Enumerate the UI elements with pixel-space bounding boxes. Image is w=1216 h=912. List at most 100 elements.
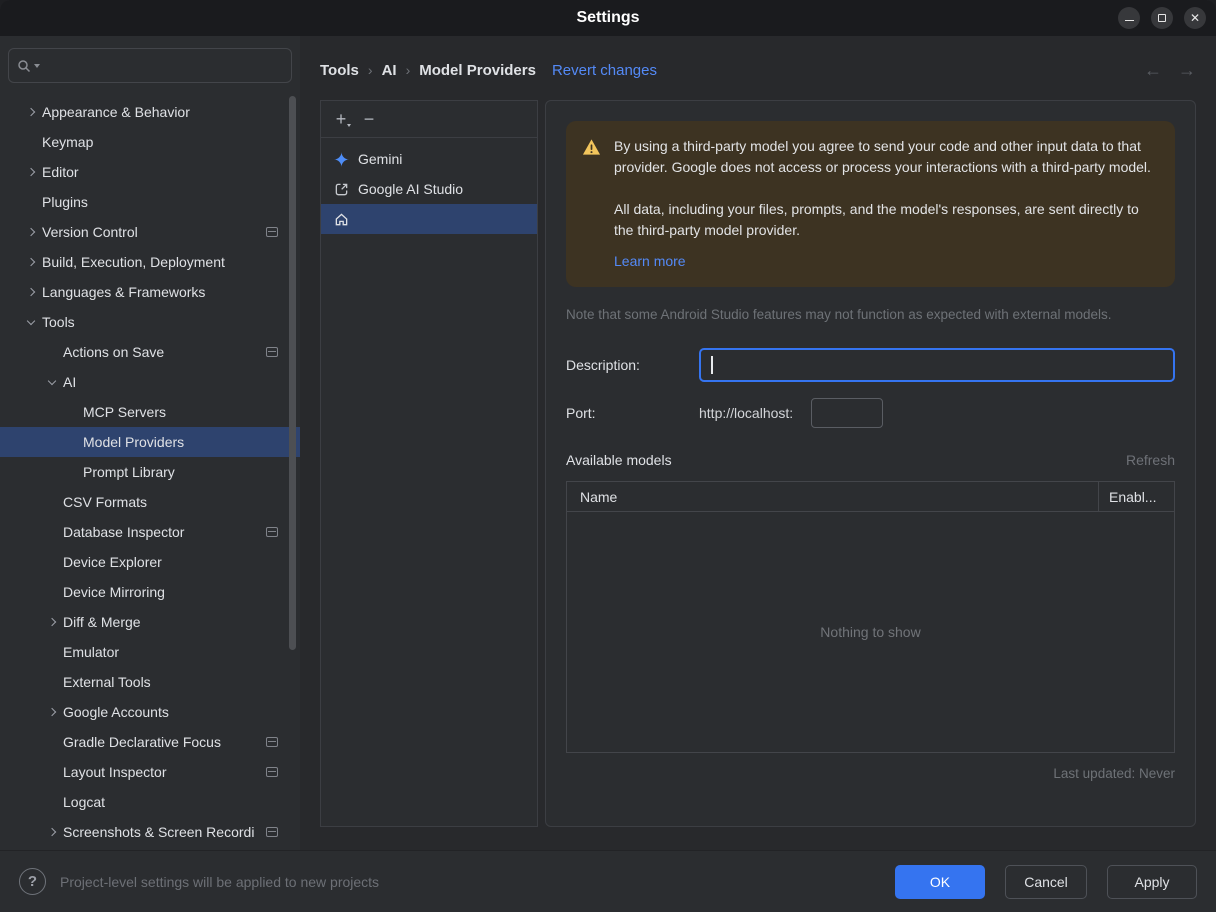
sidebar-item-screenshots-screen-recordings[interactable]: Screenshots & Screen Recordi — [0, 817, 300, 847]
forward-icon[interactable]: → — [1178, 60, 1196, 81]
breadcrumb-ai[interactable]: AI — [382, 62, 397, 79]
sidebar-item-logcat[interactable]: Logcat — [0, 787, 300, 817]
sidebar-item-label: Layout Inspector — [63, 764, 167, 780]
chevron-right-icon[interactable] — [20, 217, 42, 247]
settings-search[interactable] — [8, 48, 292, 83]
provider-label: Gemini — [358, 151, 403, 167]
sidebar-item-label: Languages & Frameworks — [42, 284, 206, 300]
minimize-icon — [1124, 19, 1134, 22]
revert-changes-link[interactable]: Revert changes — [552, 62, 657, 79]
sidebar-item-mcp-servers[interactable]: MCP Servers — [0, 397, 300, 427]
sidebar-item-prompt-library[interactable]: Prompt Library — [0, 457, 300, 487]
sidebar-item-label: Logcat — [63, 794, 106, 810]
home-icon — [333, 211, 349, 227]
port-input[interactable] — [811, 398, 884, 428]
minimize-button[interactable] — [1118, 7, 1140, 29]
project-settings-icon — [266, 347, 278, 357]
sidebar-item-emulator[interactable]: Emulator — [0, 637, 300, 667]
close-button[interactable]: ✕ — [1184, 7, 1206, 29]
sidebar-item-appearance-behavior[interactable]: Appearance & Behavior — [0, 97, 300, 127]
sidebar-item-languages-frameworks[interactable]: Languages & Frameworks — [0, 277, 300, 307]
sidebar-item-device-mirroring[interactable]: Device Mirroring — [0, 577, 300, 607]
chevron-right-icon[interactable] — [20, 247, 42, 277]
maximize-button[interactable] — [1151, 7, 1173, 29]
search-icon — [18, 59, 31, 72]
close-icon: ✕ — [1189, 11, 1201, 25]
sidebar-item-model-providers[interactable]: Model Providers — [0, 427, 300, 457]
sidebar-item-build-execution-deployment[interactable]: Build, Execution, Deployment — [0, 247, 300, 277]
learn-more-link[interactable]: Learn more — [614, 251, 686, 272]
project-settings-icon — [266, 527, 278, 537]
sidebar-item-tools[interactable]: Tools — [0, 307, 300, 337]
sidebar-item-label: Diff & Merge — [63, 614, 141, 630]
chevron-right-icon[interactable] — [41, 697, 63, 727]
history-nav: ← → — [1144, 60, 1196, 81]
chevron-right-icon[interactable] — [20, 157, 42, 187]
help-button[interactable]: ? — [19, 868, 46, 895]
external-models-note: Note that some Android Studio features m… — [566, 307, 1112, 322]
sidebar-item-editor[interactable]: Editor — [0, 157, 300, 187]
sidebar-item-label: Emulator — [63, 644, 120, 660]
models-table: Name Enabl... Nothing to show — [566, 481, 1175, 753]
chevron-down-icon[interactable] — [20, 307, 42, 337]
chevron-right-icon[interactable] — [41, 817, 63, 847]
apply-button[interactable]: Apply — [1107, 864, 1197, 899]
ok-button[interactable]: OK — [895, 864, 985, 899]
chevron-down-icon[interactable] — [41, 367, 63, 397]
window-controls: ✕ — [1118, 0, 1206, 36]
sidebar-item-google-accounts[interactable]: Google Accounts — [0, 697, 300, 727]
sidebar-item-plugins[interactable]: Plugins — [0, 187, 300, 217]
sidebar-item-csv-formats[interactable]: CSV Formats — [0, 487, 300, 517]
description-input[interactable] — [699, 348, 1175, 382]
chevron-right-icon[interactable] — [41, 607, 63, 637]
breadcrumb: Tools › AI › Model Providers Revert chan… — [320, 52, 1196, 88]
refresh-button[interactable]: Refresh — [1126, 452, 1175, 468]
search-history-chevron-icon — [34, 63, 40, 68]
sidebar-scrollbar[interactable] — [289, 96, 296, 650]
search-input[interactable] — [48, 57, 283, 74]
chevron-right-icon[interactable] — [20, 97, 42, 127]
sidebar-item-ai[interactable]: AI — [0, 367, 300, 397]
sidebar-item-gradle-declarative-focus[interactable]: Gradle Declarative Focus — [0, 727, 300, 757]
settings-window: Settings ✕ Appearance & Behavior Keymap … — [0, 0, 1216, 912]
warning-paragraph-1: By using a third-party model you agree t… — [614, 138, 1151, 175]
breadcrumb-separator: › — [367, 62, 373, 78]
sidebar-item-layout-inspector[interactable]: Layout Inspector — [0, 757, 300, 787]
sidebar-item-label: Plugins — [42, 194, 88, 210]
sidebar-item-version-control[interactable]: Version Control — [0, 217, 300, 247]
project-settings-icon — [266, 827, 278, 837]
provider-item-gemini[interactable]: Gemini — [321, 144, 537, 174]
breadcrumb-tools[interactable]: Tools — [320, 62, 359, 79]
sidebar-item-label: Prompt Library — [83, 464, 175, 480]
sidebar-item-label: Appearance & Behavior — [42, 104, 190, 120]
add-provider-button[interactable]: + — [327, 106, 355, 132]
maximize-icon — [1158, 14, 1166, 22]
localhost-prefix: http://localhost: — [699, 405, 794, 421]
sidebar-item-label: Device Mirroring — [63, 584, 165, 600]
sidebar-item-keymap[interactable]: Keymap — [0, 127, 300, 157]
sidebar-item-actions-on-save[interactable]: Actions on Save — [0, 337, 300, 367]
providers-toolbar: + − — [321, 101, 537, 138]
plus-dropdown-caret-icon — [347, 124, 351, 127]
sidebar-item-device-explorer[interactable]: Device Explorer — [0, 547, 300, 577]
provider-item-new[interactable] — [321, 204, 537, 234]
back-icon[interactable]: ← — [1144, 60, 1162, 81]
sidebar-item-external-tools[interactable]: External Tools — [0, 667, 300, 697]
provider-item-google-ai-studio[interactable]: Google AI Studio — [321, 174, 537, 204]
remove-provider-button[interactable]: − — [355, 106, 383, 132]
model-provider-form: By using a third-party model you agree t… — [545, 100, 1196, 827]
sidebar-item-diff-merge[interactable]: Diff & Merge — [0, 607, 300, 637]
chevron-right-icon[interactable] — [20, 277, 42, 307]
cancel-button[interactable]: Cancel — [1005, 864, 1087, 899]
sidebar-item-label: AI — [63, 374, 77, 390]
sidebar-item-label: Tools — [42, 314, 75, 330]
third-party-warning-banner: By using a third-party model you agree t… — [566, 121, 1175, 287]
sidebar-item-database-inspector[interactable]: Database Inspector — [0, 517, 300, 547]
port-row: Port: http://localhost: — [566, 398, 1175, 428]
minus-icon: − — [363, 108, 375, 129]
